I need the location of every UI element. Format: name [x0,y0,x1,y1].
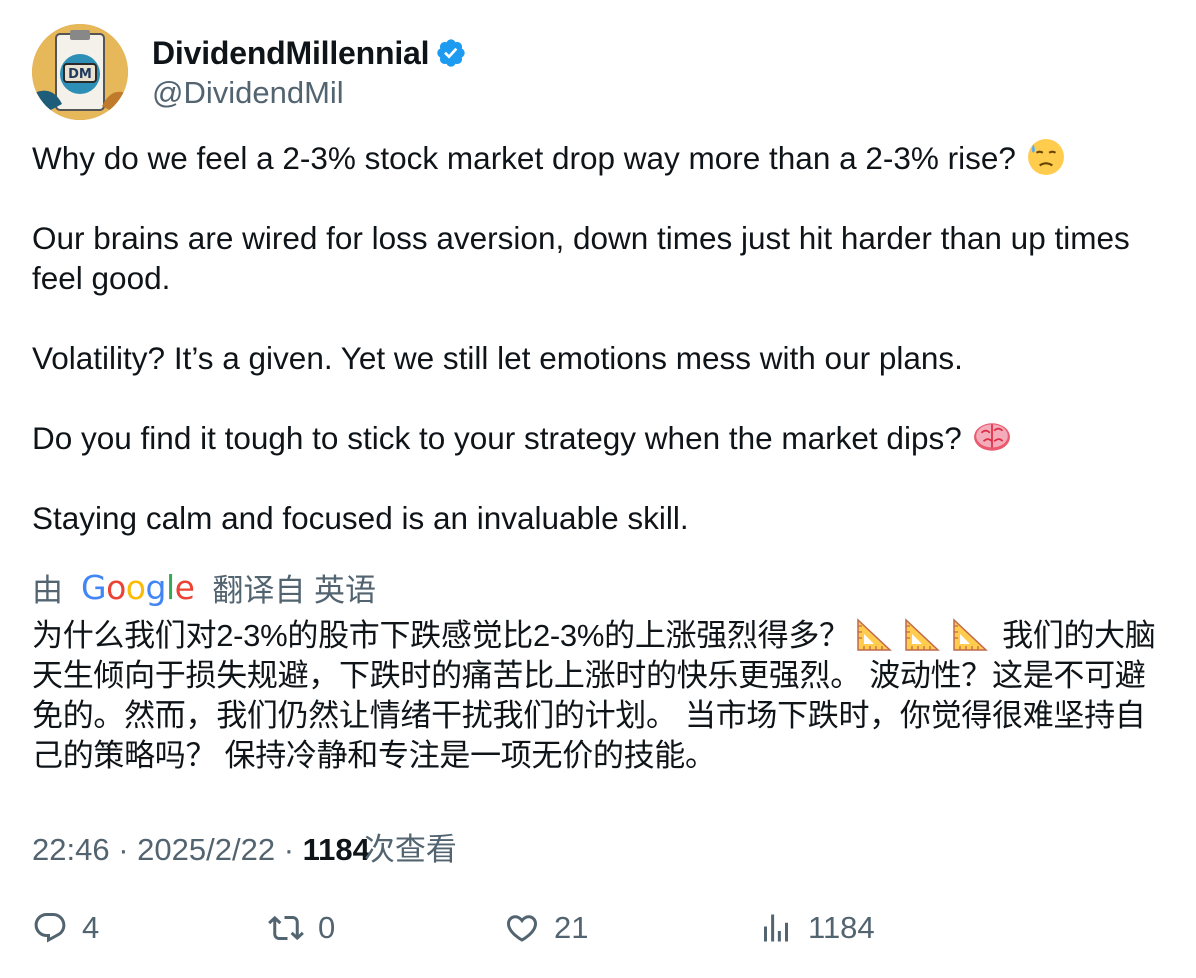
translated-text-part1: 为什么我们对2-3%的股市下跌感觉比2-3%的上涨强烈得多？ [32,618,850,653]
analytics-icon [764,914,788,942]
reply-count: 4 [82,910,100,945]
like-button[interactable]: 21 [504,910,588,946]
google-logo: Google [81,567,195,607]
heart-icon [506,915,538,942]
brain-emoji [973,423,1010,451]
translation-prefix: 由 [32,572,63,608]
display-name-row: DividendMillennial [152,33,467,73]
tweet-date[interactable]: 2025/2/22 [137,832,275,867]
downcast-face-with-sweat-emoji [1027,139,1064,175]
action-bar: 4 0 21 1184 [32,910,1172,954]
tweet-paragraph: Do you find it tough to stick to your st… [32,418,1172,458]
translated-text: 为什么我们对2-3%的股市下跌感觉比2-3%的上涨强烈得多？ 我们的大脑天生倾向… [32,616,1172,776]
tweet-paragraph-text: Do you find it tough to stick to your st… [32,420,962,456]
triangular-ruler-emoji [905,618,940,651]
avatar-monogram: DM [68,67,92,82]
triangular-ruler-emoji [857,618,892,651]
views-action-count: 1184 [808,910,875,945]
tweet-header: DM DividendMillennial @DividendMil [32,24,467,120]
tweet-meta: 22:46 · 2025/2/22 · 1184次查看 [32,824,457,869]
retweet-count: 0 [318,910,336,945]
views-count: 1184 [302,832,370,867]
verified-badge-icon[interactable] [435,37,467,69]
views-label: 次查看 [363,832,457,867]
tweet-paragraph: Our brains are wired for loss aversion, … [32,220,1130,296]
tweet-text: Why do we feel a 2-3% stock market drop … [32,138,1172,538]
tweet-paragraph: Volatility? It’s a given. Yet we still l… [32,340,963,376]
views-button[interactable]: 1184 [758,910,875,946]
meta-separator: · [283,832,295,867]
translation-suffix: 翻译自 英语 [212,572,377,608]
display-name[interactable]: DividendMillennial [152,35,430,72]
author-handle[interactable]: @DividendMil [152,75,467,111]
tweet-paragraph-text: Why do we feel a 2-3% stock market drop … [32,140,1016,176]
avatar[interactable]: DM [32,24,128,120]
reply-button[interactable]: 4 [32,910,99,946]
author-names: DividendMillennial @DividendMil [152,33,467,111]
retweet-icon [268,915,304,941]
avatar-image: DM [32,24,128,120]
like-count: 21 [554,910,589,945]
retweet-button[interactable]: 0 [268,910,335,946]
triangular-ruler-emoji [953,618,988,651]
tweet-paragraph: Staying calm and focused is an invaluabl… [32,500,689,536]
translation-attribution[interactable]: 由 Google 翻译自 英语 [32,566,376,608]
reply-icon [34,913,66,943]
meta-separator: · [118,832,129,867]
tweet-time[interactable]: 22:46 [32,832,110,867]
tweet-paragraph: Why do we feel a 2-3% stock market drop … [32,138,1172,178]
